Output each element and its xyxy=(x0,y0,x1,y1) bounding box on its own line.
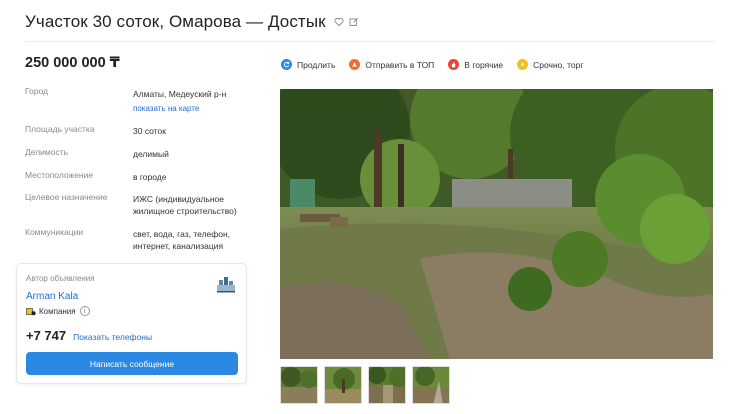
main-photo[interactable] xyxy=(280,89,713,359)
action-extend-label: Продлить xyxy=(297,59,336,70)
action-send-top-label: Отправить в ТОП xyxy=(365,59,435,70)
thumbnail-3[interactable] xyxy=(368,366,406,404)
company-logo xyxy=(215,272,237,294)
price-amount: 250 000 000 xyxy=(25,55,106,71)
company-icon xyxy=(26,307,36,316)
action-send-top[interactable]: Отправить в ТОП xyxy=(349,59,434,70)
page-title: Участок 30 соток, Омарова — Достык xyxy=(25,12,326,31)
thumbnail-1[interactable] xyxy=(280,366,318,404)
param-location-label: Местоположение xyxy=(25,170,94,180)
param-purpose-label: Целевое назначение xyxy=(25,192,108,202)
action-hot-label: В горячие xyxy=(464,59,504,70)
edit-icon[interactable] xyxy=(349,17,359,27)
thumbnail-strip xyxy=(280,366,456,404)
param-city-value: Алматы, Медеуский р-н xyxy=(133,89,227,99)
param-city-value-group: Алматы, Медеуский р-н показать на карте xyxy=(133,88,255,115)
fire-icon xyxy=(448,59,460,70)
price-currency: ₸ xyxy=(109,55,120,71)
phone-row: +7 747 Показать телефоны xyxy=(26,328,152,343)
heart-icon[interactable] xyxy=(334,17,344,27)
author-card: Автор объявления Arman Kala Компания i +… xyxy=(16,263,247,384)
listing-actions: Продлить Отправить в ТОП В горячие Срочн… xyxy=(281,59,597,70)
author-name-link[interactable]: Arman Kala xyxy=(26,291,78,302)
action-urgent-label: Срочно, торг xyxy=(533,59,584,70)
write-message-button[interactable]: Написать сообщение xyxy=(26,352,238,375)
title-divider xyxy=(25,41,715,42)
author-type-label: Компания xyxy=(39,306,76,316)
param-utilities-value: свет, вода, газ, телефон, интернет, кана… xyxy=(133,229,231,251)
action-urgent[interactable]: Срочно, торг xyxy=(517,59,583,70)
action-hot[interactable]: В горячие xyxy=(448,59,503,70)
author-type: Компания i xyxy=(26,306,90,316)
action-extend[interactable]: Продлить xyxy=(281,59,335,70)
refresh-icon xyxy=(281,59,292,70)
param-city-label: Город xyxy=(25,86,48,96)
param-divisibility-value: делимый xyxy=(133,149,169,159)
author-label: Автор объявления xyxy=(26,274,95,283)
top-icon xyxy=(349,59,361,70)
thumbnail-2[interactable] xyxy=(324,366,362,404)
param-utilities-label: Коммуникации xyxy=(25,227,84,237)
phone-number: +7 747 xyxy=(26,328,67,343)
param-area-label: Площадь участка xyxy=(25,124,95,134)
param-location-value: в городе xyxy=(133,172,167,182)
param-divisibility-label: Делимость xyxy=(25,147,69,157)
thumbnail-4[interactable] xyxy=(412,366,450,404)
show-on-map-link[interactable]: показать на карте xyxy=(133,103,255,115)
show-phones-link[interactable]: Показать телефоны xyxy=(73,332,152,342)
info-icon[interactable]: i xyxy=(79,306,90,316)
listing-title-row: Участок 30 соток, Омарова — Достык xyxy=(25,12,359,32)
param-purpose-value: ИЖС (индивидуальное жилищное строительст… xyxy=(133,194,237,216)
price: 250 000 000 ₸ xyxy=(25,55,120,71)
param-area-value: 30 соток xyxy=(133,126,166,136)
urgent-icon xyxy=(517,59,529,70)
